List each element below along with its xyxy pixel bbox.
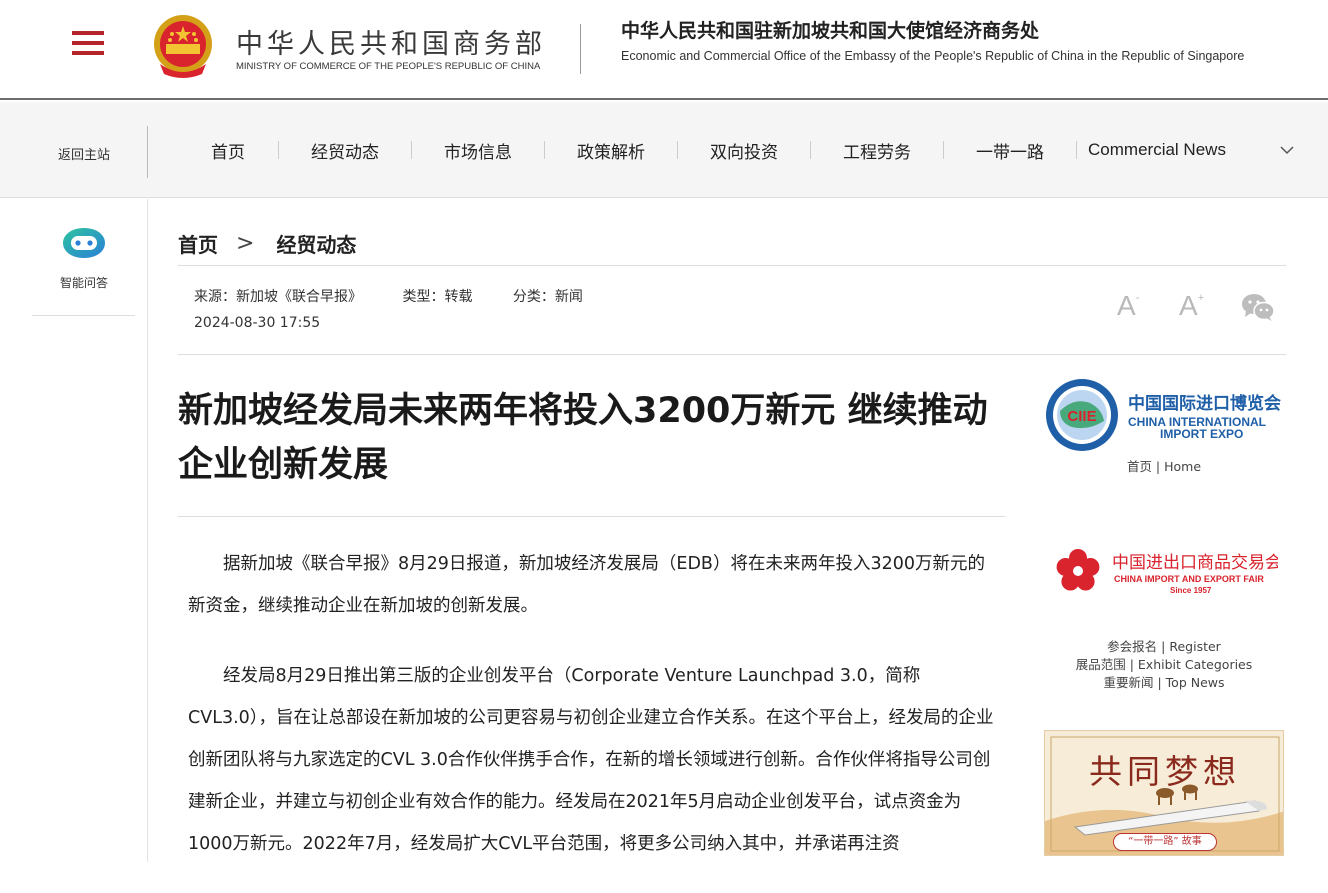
rail-divider <box>32 315 135 316</box>
nav-items: 首页 经贸动态 市场信息 政策解析 双向投资 工程劳务 一带一路 Commerc… <box>178 102 1237 198</box>
divider <box>178 516 1005 517</box>
article-date: 2024-08-30 17:55 <box>194 315 321 331</box>
nav-item-commercial-news[interactable]: Commercial News <box>1077 140 1237 160</box>
nav-item-belt-road[interactable]: 一带一路 <box>944 138 1076 163</box>
svg-text:中国国际进口博览会: 中国国际进口博览会 <box>1128 393 1281 414</box>
svg-text:IMPORT EXPO: IMPORT EXPO <box>1160 427 1243 441</box>
nav-item-home[interactable]: 首页 <box>178 138 278 163</box>
svg-text:CHINA IMPORT AND EXPORT FAIR: CHINA IMPORT AND EXPORT FAIR <box>1114 574 1264 584</box>
article-body: 据新加坡《联合早报》8月29日报道，新加坡经济发展局（EDB）将在未来两年投入3… <box>188 543 998 893</box>
breadcrumb: 首页 > 经贸动态 <box>178 229 356 258</box>
divider <box>178 265 1286 266</box>
breadcrumb-current[interactable]: 经贸动态 <box>276 229 356 258</box>
banner-title: 共同梦想 <box>1089 752 1241 791</box>
ciie-logo[interactable]: CIIE 中国国际进口博览会 CHINA INTERNATIONAL IMPOR… <box>1044 377 1288 455</box>
ciie-home-link[interactable]: 首页 | Home <box>1127 459 1201 474</box>
nav-item-investment[interactable]: 双向投资 <box>678 138 810 163</box>
article-source: 来源：新加坡《联合早报》 <box>194 289 362 305</box>
fair-links: 参会报名 | Register 展品范围 | Exhibit Categorie… <box>1044 638 1284 692</box>
ministry-name-cn: 中华人民共和国商务部 <box>236 29 546 60</box>
nav-item-market-info[interactable]: 市场信息 <box>412 138 544 163</box>
nav-item-policy[interactable]: 政策解析 <box>545 138 677 163</box>
menu-icon[interactable] <box>72 31 104 57</box>
svg-text:Since 1957: Since 1957 <box>1170 586 1212 595</box>
chevron-down-icon[interactable] <box>1279 142 1295 158</box>
banner-subtitle: “一带一路” 故事 <box>1113 833 1217 851</box>
fair-news-link[interactable]: 重要新闻 | Top News <box>1044 674 1284 692</box>
office-name-cn: 中华人民共和国驻新加坡共和国大使馆经济商务处 <box>621 20 1040 42</box>
font-increase-button[interactable]: A+ <box>1179 290 1204 322</box>
site-header: 中华人民共和国商务部 MINISTRY OF COMMERCE OF THE P… <box>0 0 1328 100</box>
breadcrumb-home[interactable]: 首页 <box>178 229 218 258</box>
left-rail: 智能问答 <box>0 199 148 862</box>
article-paragraph: 经发局8月29日推出第三版的企业创发平台（Corporate Venture L… <box>188 666 994 854</box>
fair-register-link[interactable]: 参会报名 | Register <box>1044 638 1284 656</box>
office-name-en: Economic and Commercial Office of the Em… <box>621 49 1245 63</box>
back-to-main-site-link[interactable]: 返回主站 <box>58 144 110 163</box>
article-title: 新加坡经发局未来两年将投入3200万新元 继续推动企业创新发展 <box>178 391 988 485</box>
header-divider <box>580 24 581 74</box>
chatbot-icon[interactable] <box>61 225 107 261</box>
nav-item-engineering[interactable]: 工程劳务 <box>811 138 943 163</box>
svg-text:CIIE: CIIE <box>1067 408 1096 425</box>
canton-fair-logo[interactable]: 中国进出口商品交易会 CHINA IMPORT AND EXPORT FAIR … <box>1054 544 1278 598</box>
main-nav: 返回主站 首页 经贸动态 市场信息 政策解析 双向投资 工程劳务 一带一路 Co… <box>0 102 1328 198</box>
font-decrease-button[interactable]: A- <box>1117 290 1139 322</box>
nav-item-trade-news[interactable]: 经贸动态 <box>279 138 411 163</box>
article-paragraph: 据新加坡《联合早报》8月29日报道，新加坡经济发展局（EDB）将在未来两年投入3… <box>188 554 985 616</box>
national-emblem-icon <box>154 15 212 78</box>
divider <box>178 354 1286 355</box>
breadcrumb-separator: > <box>236 231 255 256</box>
ministry-name-en: MINISTRY OF COMMERCE OF THE PEOPLE'S REP… <box>236 61 541 72</box>
chatbot-label[interactable]: 智能问答 <box>0 274 168 291</box>
belt-road-banner[interactable]: 共同梦想 “一带一路” 故事 <box>1044 730 1284 856</box>
article-meta: 来源：新加坡《联合早报》 类型：转载 分类：新闻 <box>194 286 619 306</box>
nav-divider <box>147 126 148 178</box>
article-category: 分类：新闻 <box>512 289 583 305</box>
wechat-share-icon[interactable] <box>1241 292 1275 322</box>
svg-text:中国进出口商品交易会: 中国进出口商品交易会 <box>1112 553 1278 573</box>
article-type: 类型：转载 <box>402 289 473 305</box>
ciie-links: 首页 | Home <box>1044 456 1284 475</box>
fair-exhibit-link[interactable]: 展品范围 | Exhibit Categories <box>1044 656 1284 674</box>
